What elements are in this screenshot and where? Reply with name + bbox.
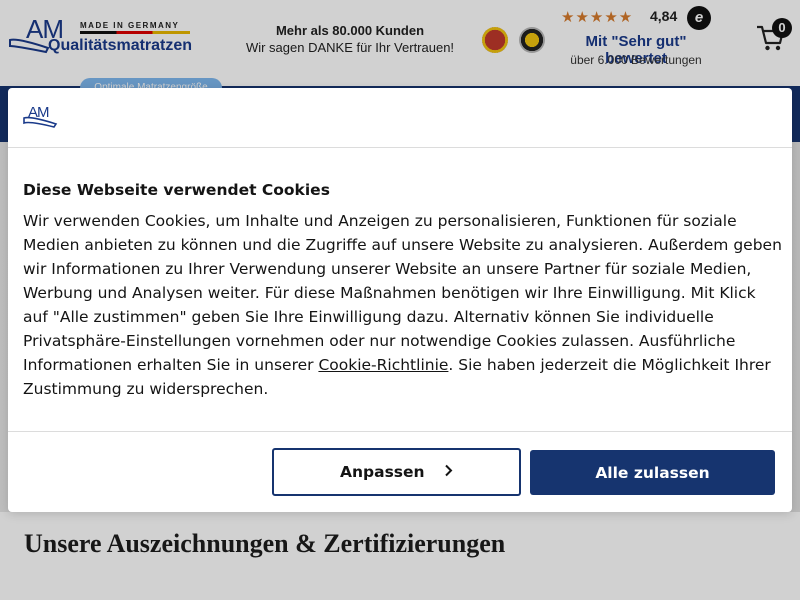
cookie-policy-link[interactable]: Cookie-Richtlinie xyxy=(318,356,448,374)
dialog-divider xyxy=(8,431,792,432)
dialog-logo: AM xyxy=(23,104,59,130)
cookie-body-text: Wir verwenden Cookies, um Inhalte und An… xyxy=(23,212,782,374)
chevron-right-icon xyxy=(444,463,453,481)
customize-button[interactable]: Anpassen xyxy=(272,448,521,496)
dialog-divider xyxy=(8,147,792,148)
cookie-dialog-body: Wir verwenden Cookies, um Inhalte und An… xyxy=(23,209,783,401)
mattress-swoosh-icon xyxy=(23,116,58,128)
cookie-dialog-title: Diese Webseite verwendet Cookies xyxy=(23,181,330,199)
customize-button-label: Anpassen xyxy=(340,463,425,481)
accept-all-button[interactable]: Alle zulassen xyxy=(530,450,775,495)
cookie-consent-dialog: AM Diese Webseite verwendet Cookies Wir … xyxy=(8,88,792,512)
